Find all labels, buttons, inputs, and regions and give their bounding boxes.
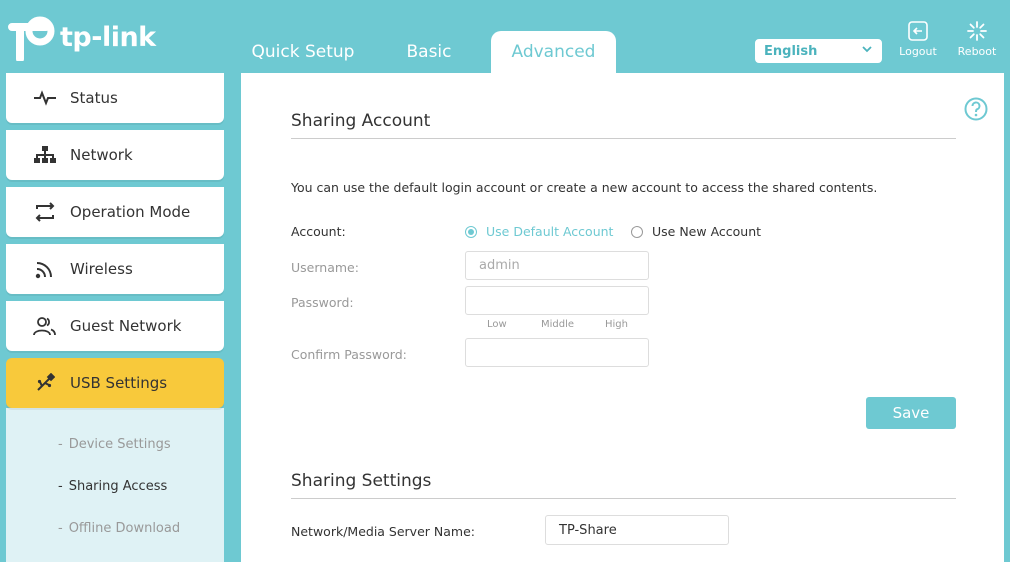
- server-name-field[interactable]: TP-Share: [545, 515, 729, 545]
- radio-label: Use Default Account: [486, 224, 614, 239]
- swap-icon: [32, 199, 58, 225]
- section-title-sharing-settings: Sharing Settings: [291, 471, 432, 491]
- tp-link-logo: tp-link: [6, 13, 156, 61]
- sidebar-item-label: Operation Mode: [70, 203, 191, 221]
- sidebar-item-operation-mode[interactable]: Operation Mode: [6, 187, 224, 237]
- sidebar-item-label: Status: [70, 89, 118, 107]
- logout-icon: [908, 21, 928, 41]
- tp-link-logo-icon: [8, 16, 55, 61]
- logout-label: Logout: [899, 45, 937, 58]
- sidebar-item-label: Wireless: [70, 260, 133, 278]
- divider: [291, 138, 956, 139]
- main-panel: Sharing Account You can use the default …: [241, 73, 1004, 562]
- sharing-account-description: You can use the default login account or…: [291, 180, 878, 195]
- strength-middle: Middle: [541, 319, 575, 330]
- users-icon: [32, 313, 58, 339]
- tab-basic[interactable]: Basic: [366, 31, 492, 73]
- strength-low: Low: [487, 319, 507, 330]
- sidebar: Status Network Operation Mode Wireless G…: [6, 73, 224, 562]
- pulse-icon: [32, 85, 58, 111]
- tab-advanced[interactable]: Advanced: [491, 31, 616, 73]
- confirm-password-label: Confirm Password:: [291, 347, 407, 362]
- sidebar-item-label: Network: [70, 146, 133, 164]
- radio-use-new-account[interactable]: Use New Account: [631, 224, 761, 239]
- language-value: English: [764, 43, 818, 59]
- sidebar-item-guest-network[interactable]: Guest Network: [6, 301, 224, 351]
- sidebar-item-usb-settings[interactable]: USB Settings: [6, 358, 224, 408]
- wifi-icon: [32, 256, 58, 282]
- username-field[interactable]: admin: [465, 251, 649, 280]
- confirm-password-field[interactable]: [465, 338, 649, 367]
- submenu-item-sharing-access[interactable]: - Sharing Access: [58, 479, 167, 494]
- usb-icon: [32, 370, 58, 396]
- reboot-label: Reboot: [957, 45, 997, 58]
- sidebar-item-wireless[interactable]: Wireless: [6, 244, 224, 294]
- save-button[interactable]: Save: [866, 397, 956, 429]
- logout-button[interactable]: Logout: [893, 20, 943, 58]
- sidebar-item-label: Guest Network: [70, 317, 182, 335]
- radio-dot: [465, 225, 477, 238]
- chevron-down-icon: [861, 43, 873, 58]
- network-icon: [32, 142, 58, 168]
- submenu-item-label: Device Settings: [68, 437, 171, 452]
- language-select[interactable]: English: [755, 39, 882, 63]
- username-label: Username:: [291, 260, 359, 275]
- reboot-button[interactable]: Reboot: [952, 20, 1002, 58]
- submenu-item-label: Sharing Access: [68, 479, 168, 494]
- account-label: Account:: [291, 224, 346, 239]
- brand-name: tp-link: [60, 21, 156, 53]
- usb-submenu: - Device Settings - Sharing Access - Offlin…: [6, 408, 224, 562]
- strength-high: High: [605, 319, 628, 330]
- radio-dot: [631, 225, 643, 238]
- password-label: Password:: [291, 295, 354, 310]
- submenu-item-label: Offline Download: [68, 521, 181, 536]
- tab-quick-setup[interactable]: Quick Setup: [240, 31, 366, 73]
- help-icon[interactable]: [964, 97, 988, 125]
- server-name-label: Network/Media Server Name:: [291, 524, 475, 539]
- sidebar-item-status[interactable]: Status: [6, 73, 224, 123]
- section-title-sharing-account: Sharing Account: [291, 111, 431, 131]
- divider: [291, 498, 956, 499]
- submenu-item-offline-download[interactable]: - Offline Download: [58, 521, 180, 536]
- sidebar-item-network[interactable]: Network: [6, 130, 224, 180]
- top-header: tp-link Quick Setup Basic Advanced Engli…: [0, 0, 1010, 73]
- submenu-item-device-settings[interactable]: - Device Settings: [58, 437, 171, 452]
- password-field[interactable]: [465, 286, 649, 315]
- sidebar-item-label: USB Settings: [70, 374, 168, 392]
- reboot-icon: [967, 21, 987, 41]
- radio-use-default-account[interactable]: Use Default Account: [465, 224, 613, 239]
- radio-label: Use New Account: [652, 224, 762, 239]
